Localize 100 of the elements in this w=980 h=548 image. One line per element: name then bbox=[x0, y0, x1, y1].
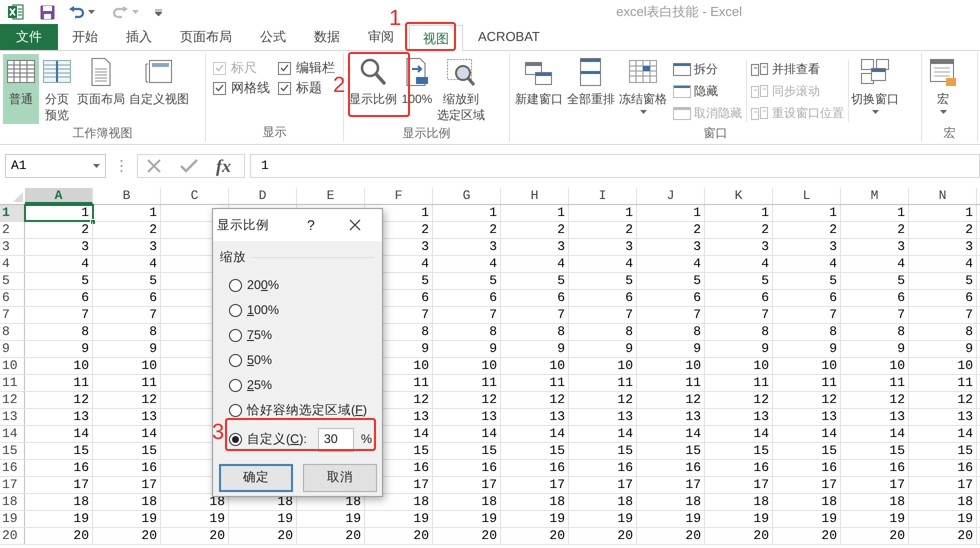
radio-button[interactable] bbox=[229, 378, 242, 392]
dialog-button[interactable]: 确定 bbox=[219, 464, 293, 492]
row-header[interactable]: 9 bbox=[0, 341, 25, 357]
ribbon-tab[interactable]: 页面布局 bbox=[166, 24, 246, 50]
dialog-button[interactable]: 取消 bbox=[303, 464, 377, 492]
column-header[interactable]: G bbox=[433, 188, 501, 204]
radio-button[interactable] bbox=[229, 304, 242, 317]
column-header[interactable]: J bbox=[637, 188, 705, 204]
table-cell: 8 bbox=[773, 324, 841, 340]
ribbon-button[interactable]: 自定义视图 bbox=[127, 54, 191, 124]
table-cell: 19 bbox=[25, 511, 93, 527]
column-header[interactable]: E bbox=[297, 188, 365, 204]
step-number: 3 bbox=[212, 420, 224, 444]
ribbon-tab[interactable]: 公式 bbox=[246, 24, 300, 50]
row-header[interactable]: 15 bbox=[0, 443, 25, 459]
ribbon-button[interactable]: 页面布局 bbox=[75, 54, 127, 124]
ribbon-button[interactable]: 分页 预览 bbox=[39, 54, 75, 124]
radio-button[interactable] bbox=[229, 328, 242, 342]
row-header[interactable]: 10 bbox=[0, 358, 25, 374]
column-header[interactable]: I bbox=[569, 188, 637, 204]
ribbon-tab[interactable]: 数据 bbox=[300, 24, 354, 50]
ribbon-button[interactable]: 显示比例 bbox=[347, 54, 399, 124]
radio-button[interactable] bbox=[229, 433, 242, 446]
table-cell: 3 bbox=[841, 239, 909, 255]
column-header[interactable]: D bbox=[229, 188, 297, 204]
column-header[interactable]: L bbox=[773, 188, 841, 204]
table-cell: 9 bbox=[909, 341, 977, 357]
ribbon-tab[interactable]: 开始 bbox=[58, 24, 112, 50]
formula-input[interactable]: 1 bbox=[250, 154, 980, 178]
column-header[interactable]: H bbox=[501, 188, 569, 204]
zoom-percent-field[interactable]: 30 bbox=[318, 428, 354, 452]
row-header[interactable]: 16 bbox=[0, 460, 25, 476]
side-by-side-icon bbox=[751, 62, 769, 76]
ribbon-button[interactable]: 宏 bbox=[925, 54, 961, 124]
column-header[interactable]: K bbox=[705, 188, 773, 204]
table-cell: 12 bbox=[773, 392, 841, 408]
fill-handle[interactable] bbox=[90, 219, 96, 225]
row-header[interactable]: 17 bbox=[0, 477, 25, 493]
table-cell: 19 bbox=[229, 511, 297, 527]
table-cell: 13 bbox=[433, 409, 501, 425]
row-header[interactable]: 1 bbox=[0, 205, 25, 221]
ribbon-small-button[interactable]: 并排查看 bbox=[751, 58, 844, 80]
checkbox[interactable] bbox=[278, 82, 291, 94]
radio-button[interactable] bbox=[229, 404, 242, 417]
ribbon-button[interactable]: 新建窗口 bbox=[513, 54, 565, 124]
ribbon-small-button[interactable]: 拆分 bbox=[673, 58, 742, 80]
ribbon-small-button[interactable]: 隐藏 bbox=[673, 80, 742, 102]
undo-icon[interactable] bbox=[69, 6, 84, 18]
ribbon-button[interactable]: 冻结窗格 bbox=[617, 54, 669, 124]
help-button[interactable]: ? bbox=[307, 214, 315, 236]
row-header[interactable]: 8 bbox=[0, 324, 25, 340]
row-header[interactable]: 12 bbox=[0, 392, 25, 408]
table-cell: 16 bbox=[705, 460, 773, 476]
row-header[interactable]: 2 bbox=[0, 222, 25, 238]
checkbox-label: 编辑栏 bbox=[296, 59, 335, 76]
table-cell: 3 bbox=[909, 239, 977, 255]
table-cell: 2 bbox=[841, 222, 909, 238]
column-header[interactable]: F bbox=[365, 188, 433, 204]
table-cell: 11 bbox=[93, 375, 161, 391]
table-cell: 13 bbox=[93, 409, 161, 425]
row-header[interactable]: 4 bbox=[0, 256, 25, 272]
column-header[interactable]: N bbox=[909, 188, 977, 204]
table-cell: 8 bbox=[433, 324, 501, 340]
ribbon-button[interactable]: 切换窗口 bbox=[849, 54, 901, 124]
column-header[interactable]: A bbox=[25, 188, 93, 204]
checkbox[interactable] bbox=[278, 62, 291, 74]
ribbon-button[interactable]: 全部重排 bbox=[565, 54, 617, 124]
ribbon-tab[interactable]: 文件 bbox=[0, 24, 58, 50]
ribbon-tab[interactable]: ACROBAT bbox=[464, 24, 554, 50]
row-header[interactable]: 3 bbox=[0, 239, 25, 255]
radio-button[interactable] bbox=[229, 278, 242, 292]
table-cell: 17 bbox=[773, 477, 841, 493]
ribbon-tab[interactable]: 插入 bbox=[112, 24, 166, 50]
row-header[interactable]: 7 bbox=[0, 307, 25, 323]
ribbon-button[interactable]: 普通 bbox=[3, 54, 39, 124]
row-header[interactable]: 6 bbox=[0, 290, 25, 306]
ribbon-tab[interactable]: 视图 bbox=[409, 25, 463, 51]
column-header[interactable]: B bbox=[93, 188, 161, 204]
row-header[interactable]: 18 bbox=[0, 494, 25, 510]
excel-logo-icon[interactable] bbox=[8, 4, 24, 20]
row-header[interactable]: 19 bbox=[0, 511, 25, 527]
insert-function-button[interactable]: fx bbox=[216, 157, 231, 175]
row-header[interactable]: 14 bbox=[0, 426, 25, 442]
table-cell: 16 bbox=[637, 460, 705, 476]
table-cell: 20 bbox=[161, 528, 229, 544]
customize-toolbar-icon[interactable] bbox=[155, 8, 162, 16]
checkbox[interactable] bbox=[213, 82, 226, 94]
table-cell: 19 bbox=[841, 511, 909, 527]
row-header[interactable]: 20 bbox=[0, 528, 25, 544]
radio-button[interactable] bbox=[229, 354, 242, 367]
name-box[interactable]: A1 bbox=[5, 154, 106, 178]
column-header[interactable]: M bbox=[841, 188, 909, 204]
close-icon[interactable] bbox=[348, 219, 361, 231]
column-header[interactable]: C bbox=[161, 188, 229, 204]
row-header[interactable]: 11 bbox=[0, 375, 25, 391]
table-cell: 13 bbox=[705, 409, 773, 425]
row-header[interactable]: 13 bbox=[0, 409, 25, 425]
row-header[interactable]: 5 bbox=[0, 273, 25, 289]
ribbon-button[interactable]: 缩放到 选定区域 bbox=[435, 54, 487, 124]
save-icon[interactable] bbox=[40, 4, 55, 20]
